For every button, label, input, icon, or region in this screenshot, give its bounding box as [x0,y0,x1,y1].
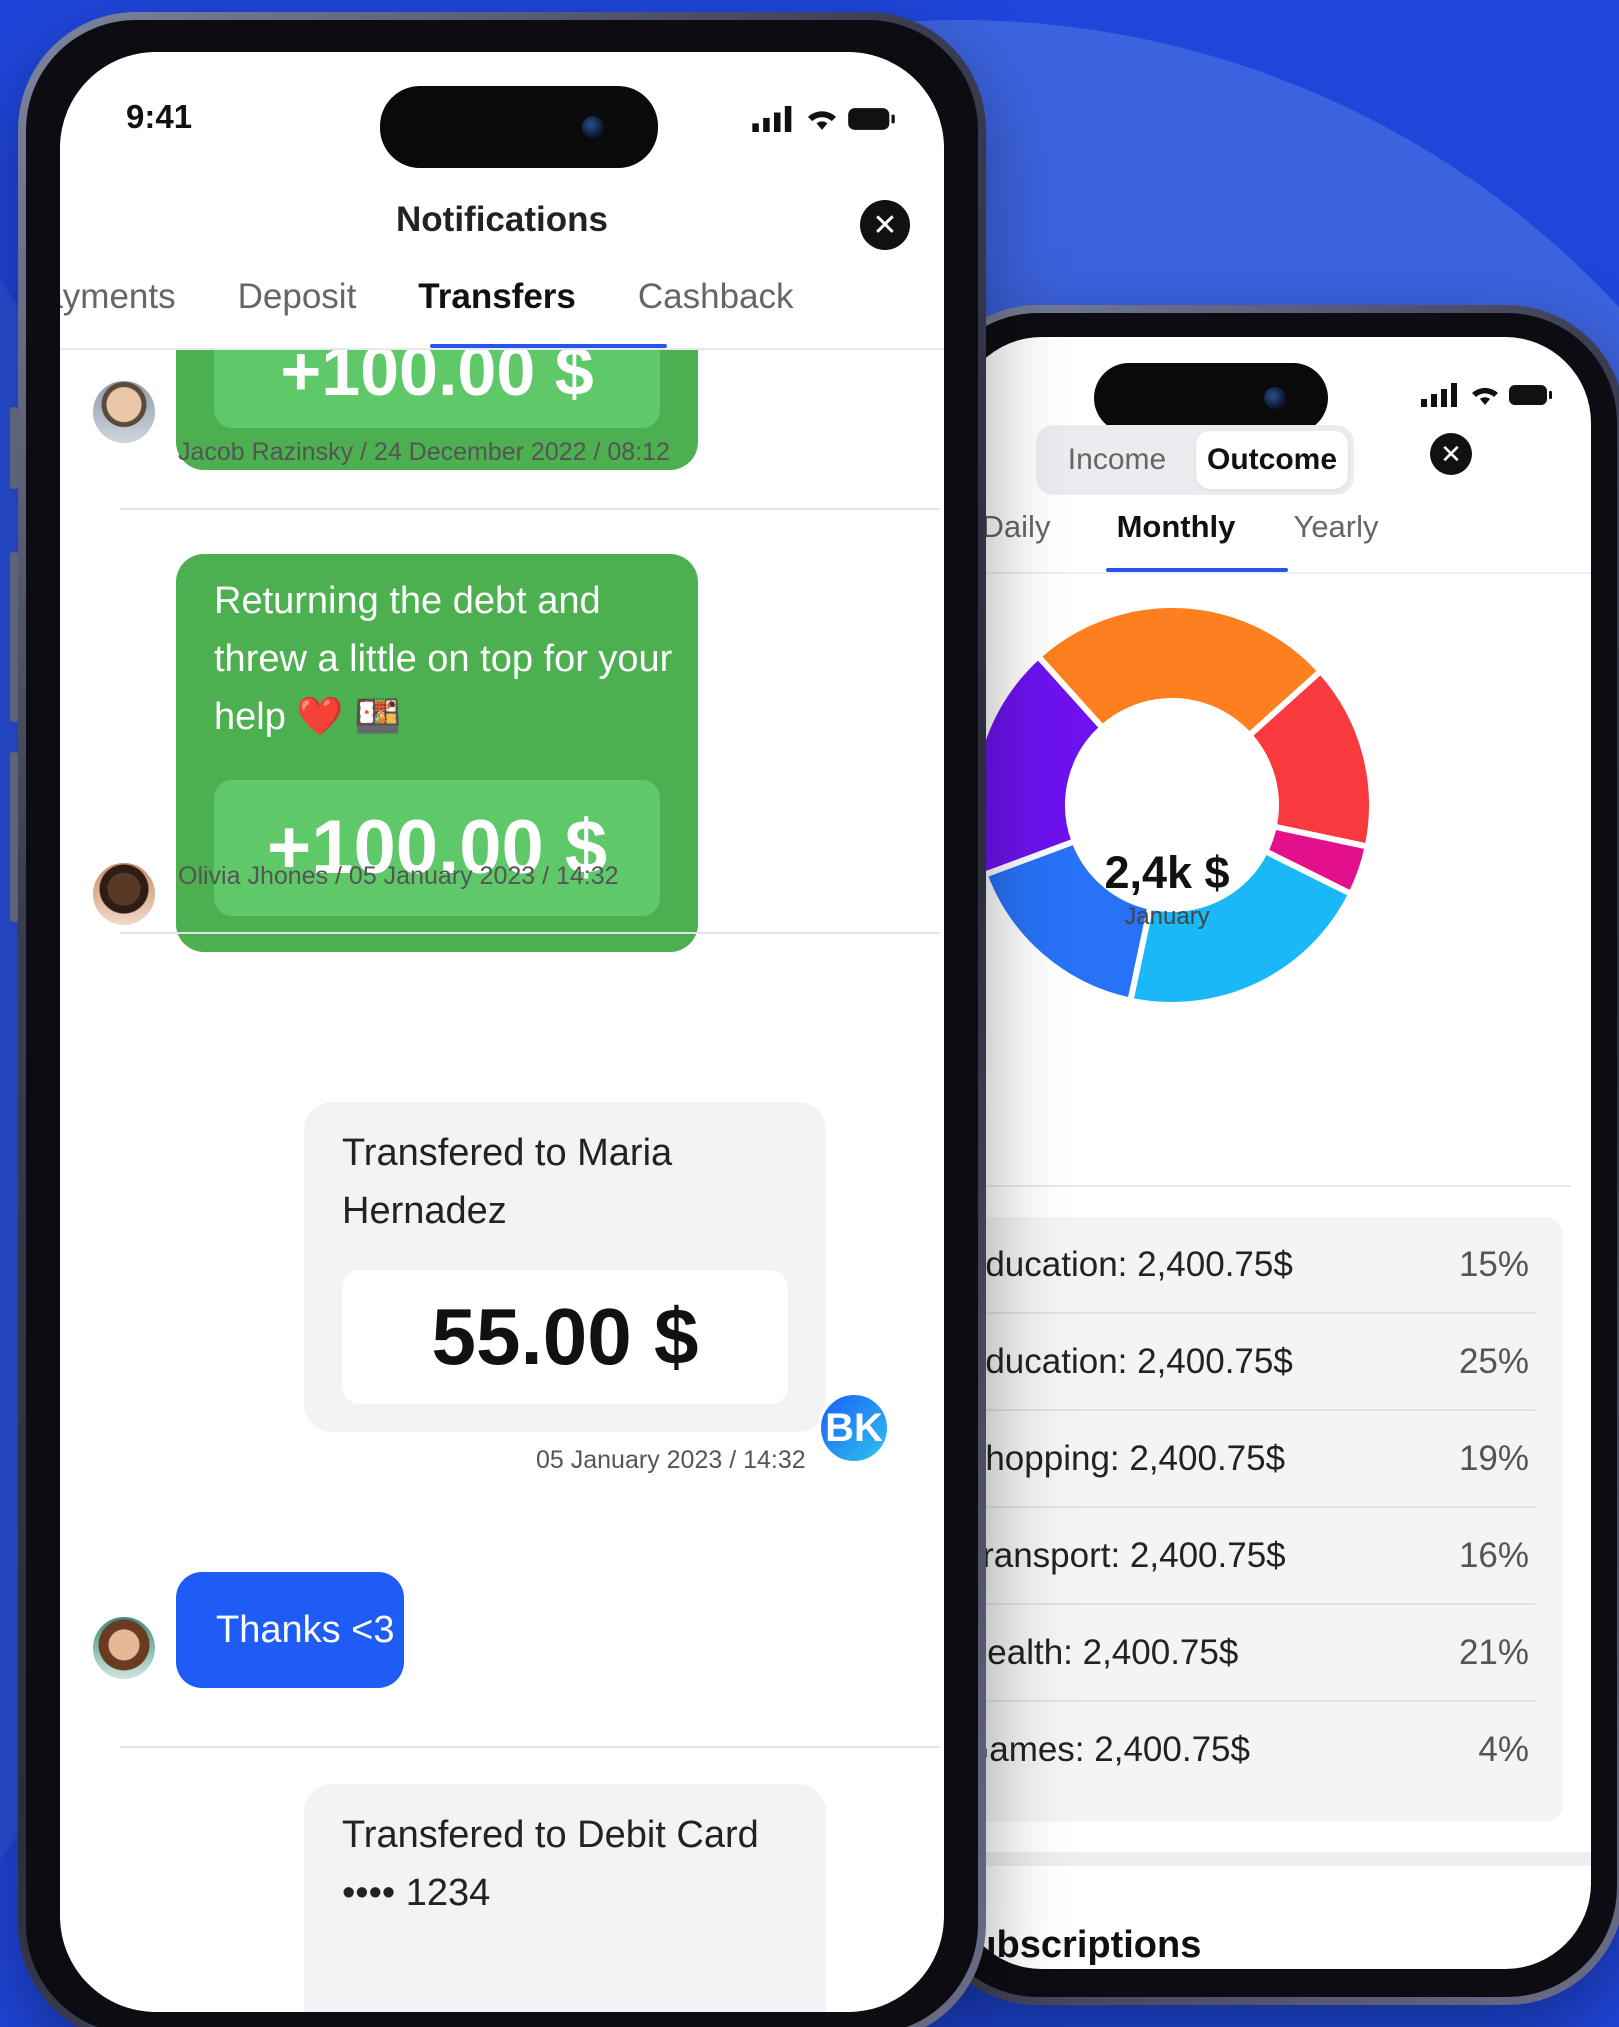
statistics-phone: Income Outcome ✕ Daily Monthly Yearly 2,… [916,305,1619,2005]
notifications-phone: 9:41 Notifications ✕ Payments Deposit Tr… [10,12,986,2027]
status-icons [752,106,896,132]
signal-icon [1421,383,1457,407]
avatar: BK [818,1392,890,1464]
category-row[interactable]: Games: 2,400.75$ 4% [956,1702,1535,1799]
tab-yearly[interactable]: Yearly [1256,509,1416,545]
chart-period-label: January [1124,903,1210,930]
signal-icon [752,106,792,132]
category-name: Games: 2,400.75$ [962,1730,1250,1769]
category-percent: 21% [1458,1633,1529,1672]
message-text: Transfered to Debit Card •••• 1234 [342,1814,759,1914]
message-bubble: Transfered to Debit Card •••• 1234 [304,1784,826,2012]
dynamic-island [1094,363,1328,433]
message-bubble: Returning the debt and threw a little on… [176,554,698,952]
income-outcome-toggle[interactable]: Income Outcome [1036,425,1354,495]
status-time: 9:41 [126,98,193,135]
wifi-icon [1472,387,1498,405]
category-name: Shopping: 2,400.75$ [962,1439,1286,1478]
category-name: Transport: 2,400.75$ [962,1536,1286,1575]
transfers-feed: +100.00 $ Jacob Razinsky / 24 December 2… [60,350,944,2012]
dynamic-island [380,86,658,168]
transfer-amount: 55.00 $ [342,1270,788,1404]
message-meta: Jacob Razinsky / 24 December 2022 / 08:1… [178,438,670,466]
tab-transfers[interactable]: Transfers [387,277,607,337]
chart-total-value: 2,4k $ [1104,847,1230,898]
category-name: Health: 2,400.75$ [962,1633,1239,1672]
income-option[interactable]: Income [1042,431,1192,489]
outcome-option[interactable]: Outcome [1196,431,1348,489]
notifications-screen: 9:41 Notifications ✕ Payments Deposit Tr… [60,52,944,2012]
category-row[interactable]: Education: 2,400.75$ 15% [956,1217,1535,1314]
tab-monthly[interactable]: Monthly [1096,509,1256,545]
wifi-icon [807,111,837,130]
close-icon[interactable]: ✕ [1430,433,1472,475]
tab-payments[interactable]: Payments [60,277,207,337]
battery-icon [848,108,895,130]
message-bubble: Thanks <3 [176,1572,404,1688]
side-button [10,407,18,489]
category-row[interactable]: Shopping: 2,400.75$ 19% [956,1411,1535,1508]
avatar [90,860,158,928]
volume-up-button [10,552,18,722]
transfer-amount: +100.00 $ [214,350,660,428]
status-icons [1421,383,1553,407]
category-percent: 19% [1458,1439,1529,1478]
category-row[interactable]: Education: 2,400.75$ 25% [956,1314,1535,1411]
transfer-amount: +100.00 $ [214,780,660,916]
subscriptions-heading: Subscriptions [956,1924,1202,1966]
tabs-divider [956,572,1591,574]
category-percent: 4% [1478,1730,1529,1769]
camera-icon [582,116,604,138]
message-meta: 05 January 2023 / 14:32 [536,1446,806,1474]
category-percent: 25% [1458,1342,1529,1381]
message-divider [120,508,940,510]
avatar [90,378,158,446]
message-text: Returning the debt and threw a little on… [214,580,673,738]
category-row[interactable]: Transport: 2,400.75$ 16% [956,1508,1535,1605]
avatar [90,1614,158,1682]
tab-deposit[interactable]: Deposit [207,277,388,337]
message-meta: Olivia Jhones / 05 January 2023 / 14:32 [178,862,619,890]
category-name: Education: 2,400.75$ [962,1245,1293,1284]
close-icon[interactable]: ✕ [860,200,910,250]
tab-cashback[interactable]: Cashback [607,277,825,337]
category-percent: 16% [1458,1536,1529,1575]
period-tabs: Daily Monthly Yearly [956,509,1416,545]
message-divider [120,932,940,934]
section-separator [956,1852,1591,1866]
message-text: Thanks <3 [216,1609,395,1651]
category-percent: 15% [1458,1245,1529,1284]
page-title: Notifications [396,200,608,239]
notification-tabs: Payments Deposit Transfers Cashback [60,277,825,337]
message-bubble: Transfered to Maria Hernadez 55.00 $ [304,1102,826,1432]
camera-icon [1264,387,1286,409]
message-text: Transfered to Maria Hernadez [342,1132,673,1232]
message-divider [120,1746,940,1748]
outcome-donut-chart [972,605,1372,1005]
volume-down-button [10,752,18,922]
battery-icon [1509,385,1552,405]
category-name: Education: 2,400.75$ [962,1342,1293,1381]
statistics-screen: Income Outcome ✕ Daily Monthly Yearly 2,… [956,337,1591,1969]
category-row[interactable]: Health: 2,400.75$ 21% [956,1605,1535,1702]
section-divider [956,1185,1571,1187]
category-list: Education: 2,400.75$ 15% Education: 2,40… [956,1217,1563,1822]
